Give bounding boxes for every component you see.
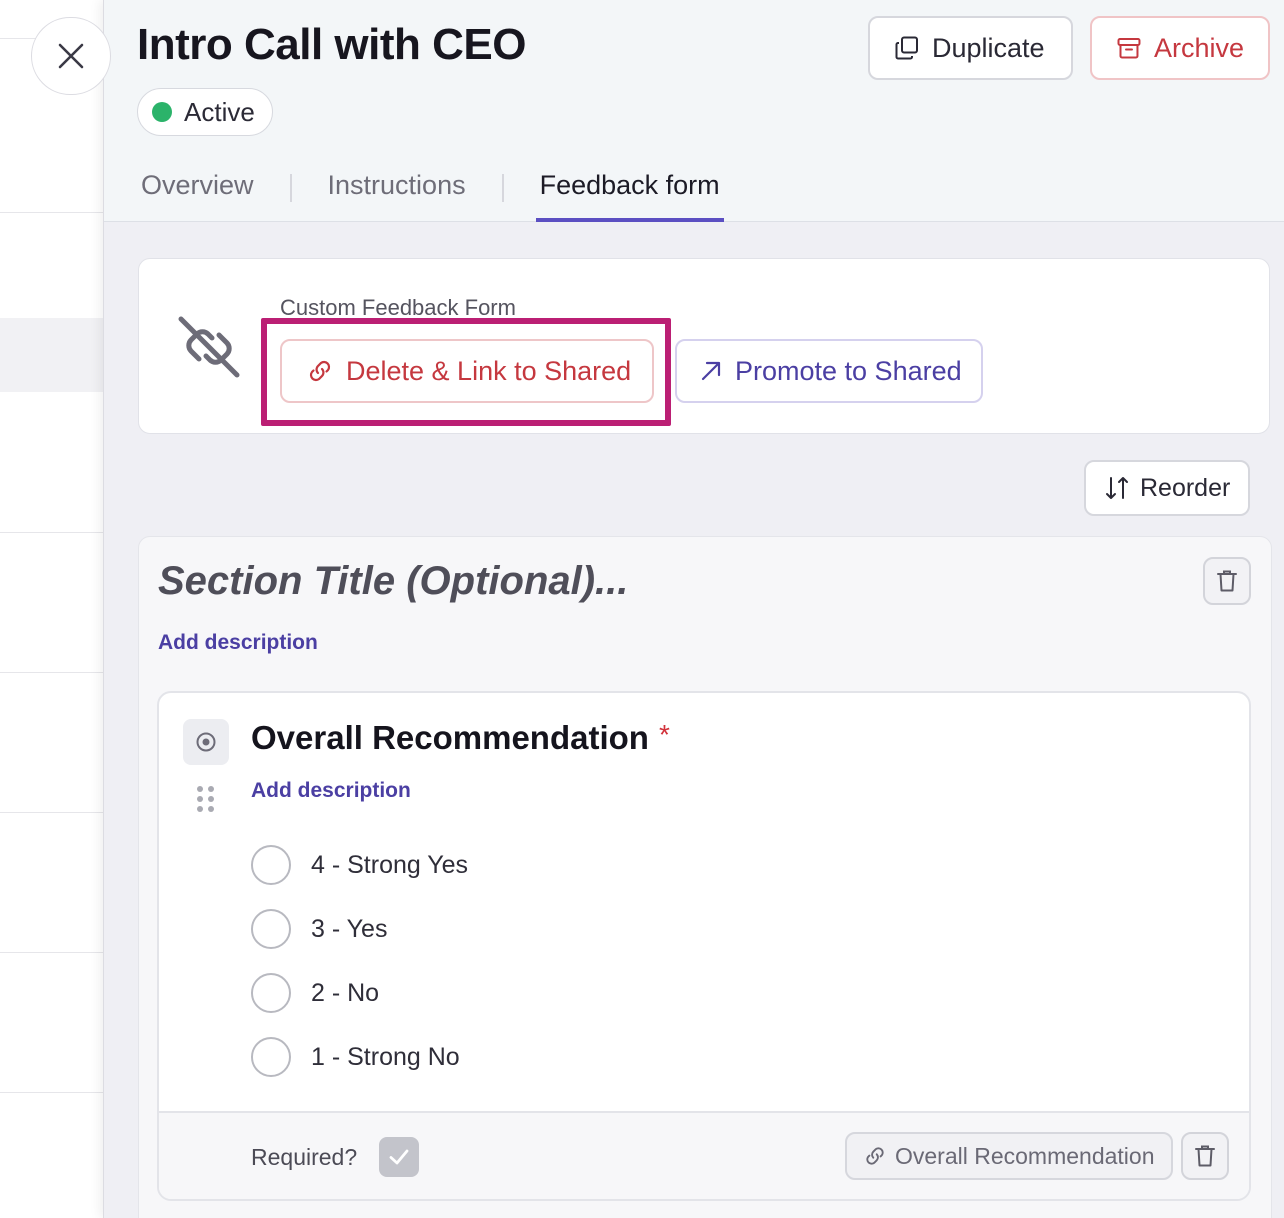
arrow-up-right-icon: [701, 361, 721, 381]
background-row-divider: [0, 212, 104, 213]
radio-option-label: 3 - Yes: [311, 914, 388, 943]
radio-button[interactable]: [251, 1037, 291, 1077]
section-add-description-link[interactable]: Add description: [158, 631, 318, 655]
link-icon: [866, 1147, 884, 1165]
status-label: Active: [184, 96, 255, 127]
form-section: Section Title (Optional)... Add descript…: [138, 536, 1272, 1218]
background-row-divider: [0, 812, 104, 813]
linked-field-button[interactable]: Overall Recommendation: [845, 1132, 1173, 1180]
trash-icon: [1217, 570, 1237, 592]
radio-button[interactable]: [251, 973, 291, 1013]
radio-button[interactable]: [251, 909, 291, 949]
interview-drawer: Intro Call with CEO Active Duplicate Arc…: [103, 0, 1284, 1218]
delete-question-button[interactable]: [1181, 1132, 1229, 1180]
archive-button[interactable]: Archive: [1090, 16, 1270, 80]
trash-icon: [1195, 1145, 1215, 1167]
section-title-input[interactable]: Section Title (Optional)...: [158, 559, 628, 604]
tab-divider: [289, 174, 292, 202]
background-row-divider: [0, 952, 104, 953]
radio-option-label: 2 - No: [311, 978, 380, 1007]
status-badge: Active: [137, 88, 273, 136]
status-dot-icon: [152, 102, 172, 122]
background-list: [0, 0, 104, 1218]
radio-option-label: 4 - Strong Yes: [311, 850, 469, 879]
radio-question-type-icon: [183, 719, 229, 765]
sort-arrows-icon: [1106, 477, 1128, 499]
checkmark-icon: [389, 1149, 409, 1165]
radio-option[interactable]: 2 - No: [251, 973, 379, 1013]
radio-option[interactable]: 4 - Strong Yes: [251, 845, 468, 885]
question-footer: Required? Overall Recommendation: [159, 1111, 1249, 1199]
question-card: Overall Recommendation * Add description…: [157, 691, 1251, 1201]
tab-bar: Overview Instructions Feedback form: [141, 158, 724, 222]
duplicate-label: Duplicate: [932, 32, 1045, 63]
radio-option-label: 1 - Strong No: [311, 1042, 460, 1071]
background-row-divider: [0, 1092, 104, 1093]
linked-field-label: Overall Recommendation: [895, 1142, 1155, 1169]
radio-option[interactable]: 1 - Strong No: [251, 1037, 460, 1077]
tab-feedback-form[interactable]: Feedback form: [535, 158, 724, 222]
tab-instructions[interactable]: Instructions: [328, 158, 466, 222]
radio-option[interactable]: 3 - Yes: [251, 909, 387, 949]
archive-label: Archive: [1153, 32, 1244, 63]
reorder-label: Reorder: [1140, 473, 1231, 502]
question-title[interactable]: Overall Recommendation: [251, 719, 649, 757]
promote-label: Promote to Shared: [735, 355, 962, 386]
tab-divider: [501, 174, 504, 202]
close-drawer-button[interactable]: [31, 17, 111, 95]
drag-handle-icon[interactable]: [195, 785, 217, 822]
tab-overview[interactable]: Overview: [141, 158, 254, 222]
required-label: Required?: [251, 1144, 358, 1170]
required-asterisk: *: [659, 719, 670, 750]
delete-link-label: Delete & Link to Shared: [346, 355, 632, 386]
background-row-divider: [0, 672, 104, 673]
duplicate-button[interactable]: Duplicate: [868, 16, 1073, 80]
archive-icon: [1117, 38, 1141, 59]
background-row-selected: [0, 318, 104, 392]
promote-to-shared-button[interactable]: Promote to Shared: [675, 339, 983, 403]
delete-link-to-shared-button[interactable]: Delete & Link to Shared: [280, 339, 654, 403]
custom-form-card: Custom Feedback Form Delete & Link to Sh…: [138, 258, 1270, 434]
question-add-description-link[interactable]: Add description: [251, 779, 411, 803]
link-icon: [309, 360, 331, 382]
drawer-header: Intro Call with CEO Active Duplicate Arc…: [104, 0, 1284, 222]
unlinked-icon: [177, 315, 241, 384]
reorder-button[interactable]: Reorder: [1084, 460, 1250, 516]
page-title: Intro Call with CEO: [137, 20, 526, 69]
radio-button[interactable]: [251, 845, 291, 885]
delete-section-button[interactable]: [1203, 557, 1251, 605]
required-checkbox[interactable]: [379, 1137, 419, 1177]
close-icon: [58, 43, 84, 69]
background-row-divider: [0, 532, 104, 533]
duplicate-icon: [895, 36, 918, 60]
